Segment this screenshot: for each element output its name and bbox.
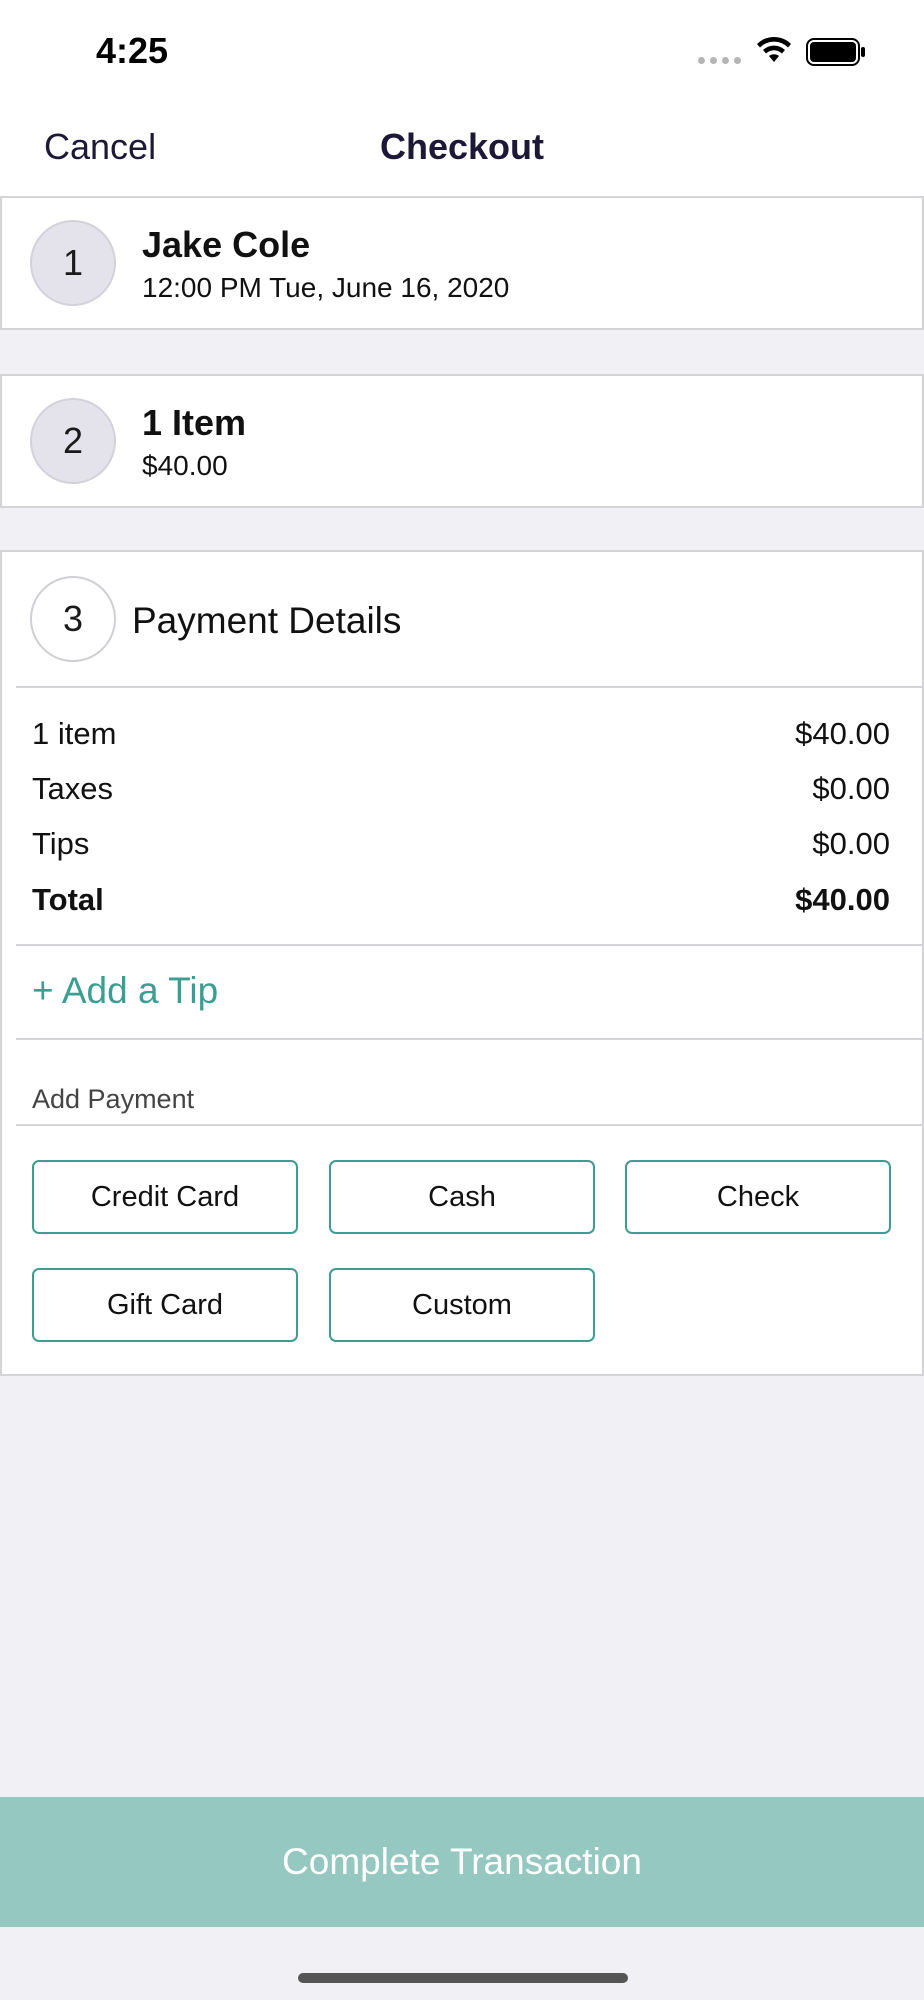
step-number-2: 2 <box>30 398 116 484</box>
payment-details-title: Payment Details <box>132 600 402 641</box>
status-bar: 4:25 <box>0 0 924 100</box>
summary-row-total: Total $40.00 <box>32 882 890 918</box>
items-price: $40.00 <box>142 450 228 481</box>
summary-label: 1 item <box>32 716 117 751</box>
status-time: 4:25 <box>96 30 169 71</box>
summary-label: Taxes <box>32 771 113 806</box>
summary-value: $40.00 <box>795 882 890 917</box>
payment-details-card: 3 Payment Details 1 item $40.00 Taxes $0… <box>0 550 924 1376</box>
summary-value: $40.00 <box>795 716 890 751</box>
summary-row-items: 1 item $40.00 <box>32 716 890 752</box>
appointment-datetime: 12:00 PM Tue, June 16, 2020 <box>142 272 510 303</box>
step-number-3: 3 <box>30 576 116 662</box>
summary-label: Tips <box>32 826 90 861</box>
client-card[interactable]: 1 Jake Cole 12:00 PM Tue, June 16, 2020 <box>0 196 924 330</box>
add-tip-button[interactable]: + Add a Tip <box>32 970 218 1012</box>
divider <box>16 686 922 688</box>
divider <box>16 944 922 946</box>
summary-label: Total <box>32 882 104 917</box>
summary-value: $0.00 <box>812 826 890 861</box>
summary-value: $0.00 <box>812 771 890 806</box>
custom-payment-button[interactable]: Custom <box>329 1268 595 1342</box>
step-number-1: 1 <box>30 220 116 306</box>
signal-icon <box>698 57 741 64</box>
checkout-screen: 4:25 Cancel Checkout 1 Jake Cole 12:00 P… <box>0 0 924 2000</box>
client-name: Jake Cole <box>142 224 311 265</box>
complete-transaction-button[interactable]: Complete Transaction <box>0 1797 924 1927</box>
item-count: 1 Item <box>142 402 247 443</box>
credit-card-button[interactable]: Credit Card <box>32 1160 298 1234</box>
nav-bar: Cancel Checkout <box>0 100 924 198</box>
battery-icon <box>806 38 865 66</box>
items-card[interactable]: 2 1 Item $40.00 <box>0 374 924 508</box>
gift-card-button[interactable]: Gift Card <box>32 1268 298 1342</box>
summary-row-taxes: Taxes $0.00 <box>32 771 890 807</box>
home-indicator <box>298 1973 628 1983</box>
divider <box>16 1124 922 1126</box>
summary-row-tips: Tips $0.00 <box>32 826 890 862</box>
divider <box>16 1038 922 1040</box>
add-payment-label: Add Payment <box>32 1084 195 1114</box>
cancel-button[interactable]: Cancel <box>44 126 156 168</box>
wifi-icon <box>757 36 791 62</box>
cash-button[interactable]: Cash <box>329 1160 595 1234</box>
check-button[interactable]: Check <box>625 1160 891 1234</box>
